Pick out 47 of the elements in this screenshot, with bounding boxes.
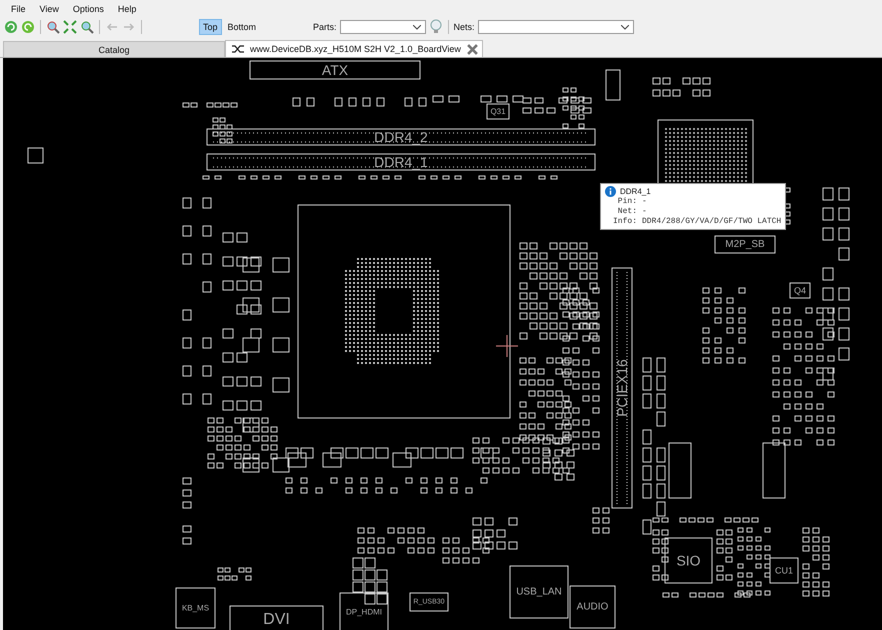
info-icon — [605, 186, 616, 197]
parts-dropdown[interactable] — [340, 20, 426, 34]
component-label: DDR4_2 — [374, 129, 428, 145]
lightbulb-icon[interactable] — [428, 19, 443, 35]
tab-label: Catalog — [98, 44, 130, 54]
tab-label: www.DeviceDB.xyz_H510M S2H V2_1.0_BoardView — [250, 44, 461, 54]
caret-icon — [620, 25, 629, 30]
side-toggle-button[interactable]: Top — [199, 19, 222, 35]
component-label: CU1 — [775, 566, 793, 576]
menu-item[interactable]: Help — [110, 4, 144, 14]
parts-label: Parts: — [313, 22, 337, 32]
fit-view-icon[interactable] — [63, 20, 77, 34]
component-label: USB_LAN — [516, 586, 562, 598]
component-label: AUDIO — [576, 602, 608, 612]
tooltip-title: DDR4_1 — [620, 186, 651, 196]
document-tab[interactable]: Catalog — [3, 41, 225, 57]
tooltip-key: Net: — [605, 207, 637, 217]
component-label: M2P_SB — [725, 239, 765, 250]
component-label: Q31 — [490, 107, 506, 116]
zoom-out-icon[interactable] — [80, 20, 94, 34]
component-label: Q4 — [794, 286, 806, 296]
component-label: KB_MS — [182, 604, 210, 612]
component-label: DVI — [263, 611, 290, 628]
crosshair-cursor-icon — [496, 334, 518, 358]
tooltip-key: Info: — [605, 217, 637, 227]
component-label: DP_HDMI — [346, 608, 382, 616]
menu-item[interactable]: Options — [66, 4, 111, 14]
tooltip-value: - — [642, 197, 647, 207]
zoom-in-icon[interactable] — [46, 20, 60, 34]
side-toggle-button[interactable]: Bottom — [224, 19, 260, 35]
menu-item[interactable]: View — [32, 4, 66, 14]
close-icon[interactable] — [466, 44, 478, 54]
component-label: ATX — [322, 62, 348, 78]
component-label: DDR4_1 — [374, 154, 428, 170]
rotate-right-icon[interactable] — [21, 20, 35, 34]
shuffle-icon — [232, 44, 244, 54]
tooltip-value: - — [642, 207, 647, 217]
nets-label: Nets: — [454, 22, 475, 32]
nets-dropdown[interactable] — [478, 20, 634, 34]
tooltip-value: DDR4/288/GY/VA/D/GF/TWO LATCH — [642, 217, 782, 227]
component-label: PCIEX16 — [614, 359, 630, 417]
rotate-left-icon[interactable] — [4, 20, 18, 34]
tooltip-key: Pin: — [605, 197, 637, 207]
caret-icon — [412, 25, 421, 30]
menu-item[interactable]: File — [4, 4, 33, 14]
component-label: SIO — [676, 552, 701, 568]
document-tab[interactable]: www.DeviceDB.xyz_H510M S2H V2_1.0_BoardView — [225, 40, 483, 57]
